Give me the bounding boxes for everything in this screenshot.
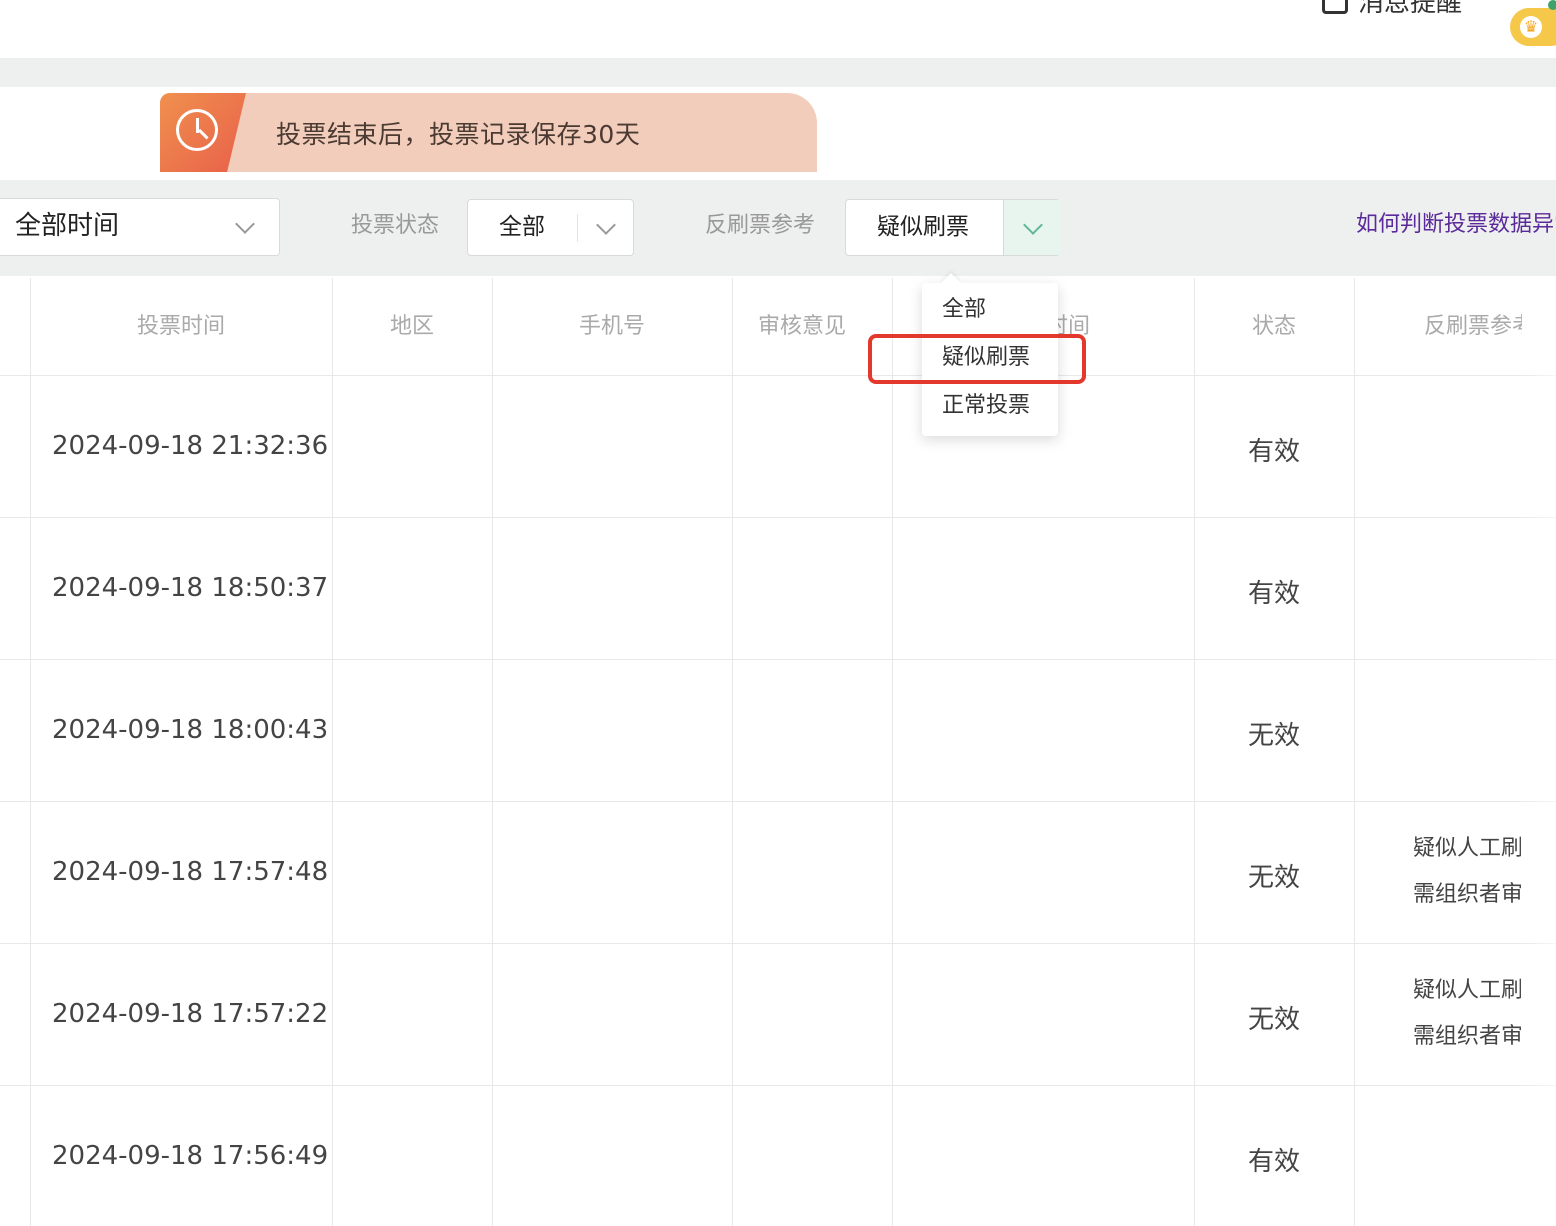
vip-badge[interactable]: ♛ (1510, 8, 1556, 46)
column-header-phone: 手机号 (578, 314, 645, 339)
select-divider (577, 214, 578, 242)
status-cell: 有效 (1247, 579, 1300, 609)
crown-icon: ♛ (1520, 16, 1542, 38)
column-divider (1354, 278, 1355, 1226)
vote-status-select[interactable]: 全部 (467, 199, 634, 256)
row-divider (0, 801, 1556, 802)
vote-time-cell: 2024-09-18 17:57:48 (52, 857, 329, 887)
column-divider (1194, 278, 1195, 1226)
anti-fraud-label: 反刷票参考 (705, 213, 816, 238)
column-divider (332, 278, 333, 1226)
vote-time-cell: 2024-09-18 21:32:36 (52, 431, 329, 461)
column-divider (492, 278, 493, 1226)
anti-fraud-cell: 疑似人工刷票 需组织者审核 (1413, 968, 1521, 1060)
notification-button[interactable]: 消息提醒 (1322, 0, 1462, 19)
column-header-review: 审核意见 (757, 314, 846, 339)
vote-time-cell: 2024-09-18 17:56:49 (52, 1141, 329, 1171)
vote-status-label: 投票状态 (351, 213, 440, 238)
vote-time-cell: 2024-09-18 18:00:43 (52, 715, 329, 745)
clock-icon (176, 109, 218, 151)
anti-fraud-select[interactable]: 疑似刷票 (845, 199, 1061, 256)
anti-fraud-line2: 需组织者审核 (1413, 882, 1521, 907)
anti-fraud-cell: 疑似人工刷票 需组织者审核 (1413, 826, 1521, 918)
bell-icon (1322, 0, 1348, 14)
anti-fraud-line1: 疑似人工刷票 (1413, 836, 1521, 861)
header-divider (0, 375, 1556, 376)
column-header-vote-time: 投票时间 (136, 314, 225, 339)
column-divider (892, 278, 893, 1226)
row-divider (0, 1085, 1556, 1086)
row-divider (0, 659, 1556, 660)
column-header-region: 地区 (389, 314, 434, 339)
anti-fraud-line2: 需组织者审核 (1413, 1024, 1521, 1049)
row-divider (0, 517, 1556, 518)
scroll-fade (1518, 278, 1556, 1226)
status-cell: 无效 (1247, 863, 1300, 893)
select-toggle[interactable] (1003, 200, 1061, 255)
column-divider (30, 278, 31, 1226)
status-cell: 无效 (1247, 721, 1300, 751)
page-divider (0, 59, 1556, 87)
banner-text: 投票结束后，投票记录保存30天 (276, 120, 641, 149)
vote-time-cell: 2024-09-18 18:50:37 (52, 573, 329, 603)
vote-records-table: 投票时间 地区 手机号 审核意见 时间 状态 反刷票参考 2024-09-18 … (0, 278, 1556, 1226)
time-range-select[interactable]: 全部时间 (0, 198, 280, 256)
row-divider (0, 943, 1556, 944)
vote-time-cell: 2024-09-18 17:57:22 (52, 999, 329, 1029)
status-cell: 无效 (1247, 1005, 1300, 1035)
annotation-highlight-box (868, 334, 1086, 384)
time-range-value: 全部时间 (15, 211, 120, 241)
banner-icon-box (160, 93, 246, 172)
chevron-down-icon (235, 214, 255, 234)
vote-status-value: 全部 (499, 214, 545, 240)
chevron-down-icon (596, 215, 616, 235)
chevron-down-icon (1023, 215, 1043, 235)
dropdown-option-all[interactable]: 全部 (942, 287, 986, 333)
status-cell: 有效 (1247, 1147, 1300, 1177)
anti-fraud-line1: 疑似人工刷票 (1413, 978, 1521, 1003)
help-link[interactable]: 如何判断投票数据异常 (1356, 198, 1556, 252)
dropdown-option-normal-vote[interactable]: 正常投票 (942, 383, 1030, 429)
status-cell: 有效 (1247, 437, 1300, 467)
retention-banner: 投票结束后，投票记录保存30天 (160, 93, 817, 172)
top-bar: 消息提醒 ♛ (0, 0, 1556, 59)
column-header-anti-fraud: 反刷票参考 (1424, 314, 1522, 339)
anti-fraud-value: 疑似刷票 (877, 214, 969, 240)
avatar[interactable] (1548, 0, 1556, 10)
column-header-status: 状态 (1251, 314, 1296, 339)
column-divider (732, 278, 733, 1226)
notification-label: 消息提醒 (1358, 0, 1463, 18)
